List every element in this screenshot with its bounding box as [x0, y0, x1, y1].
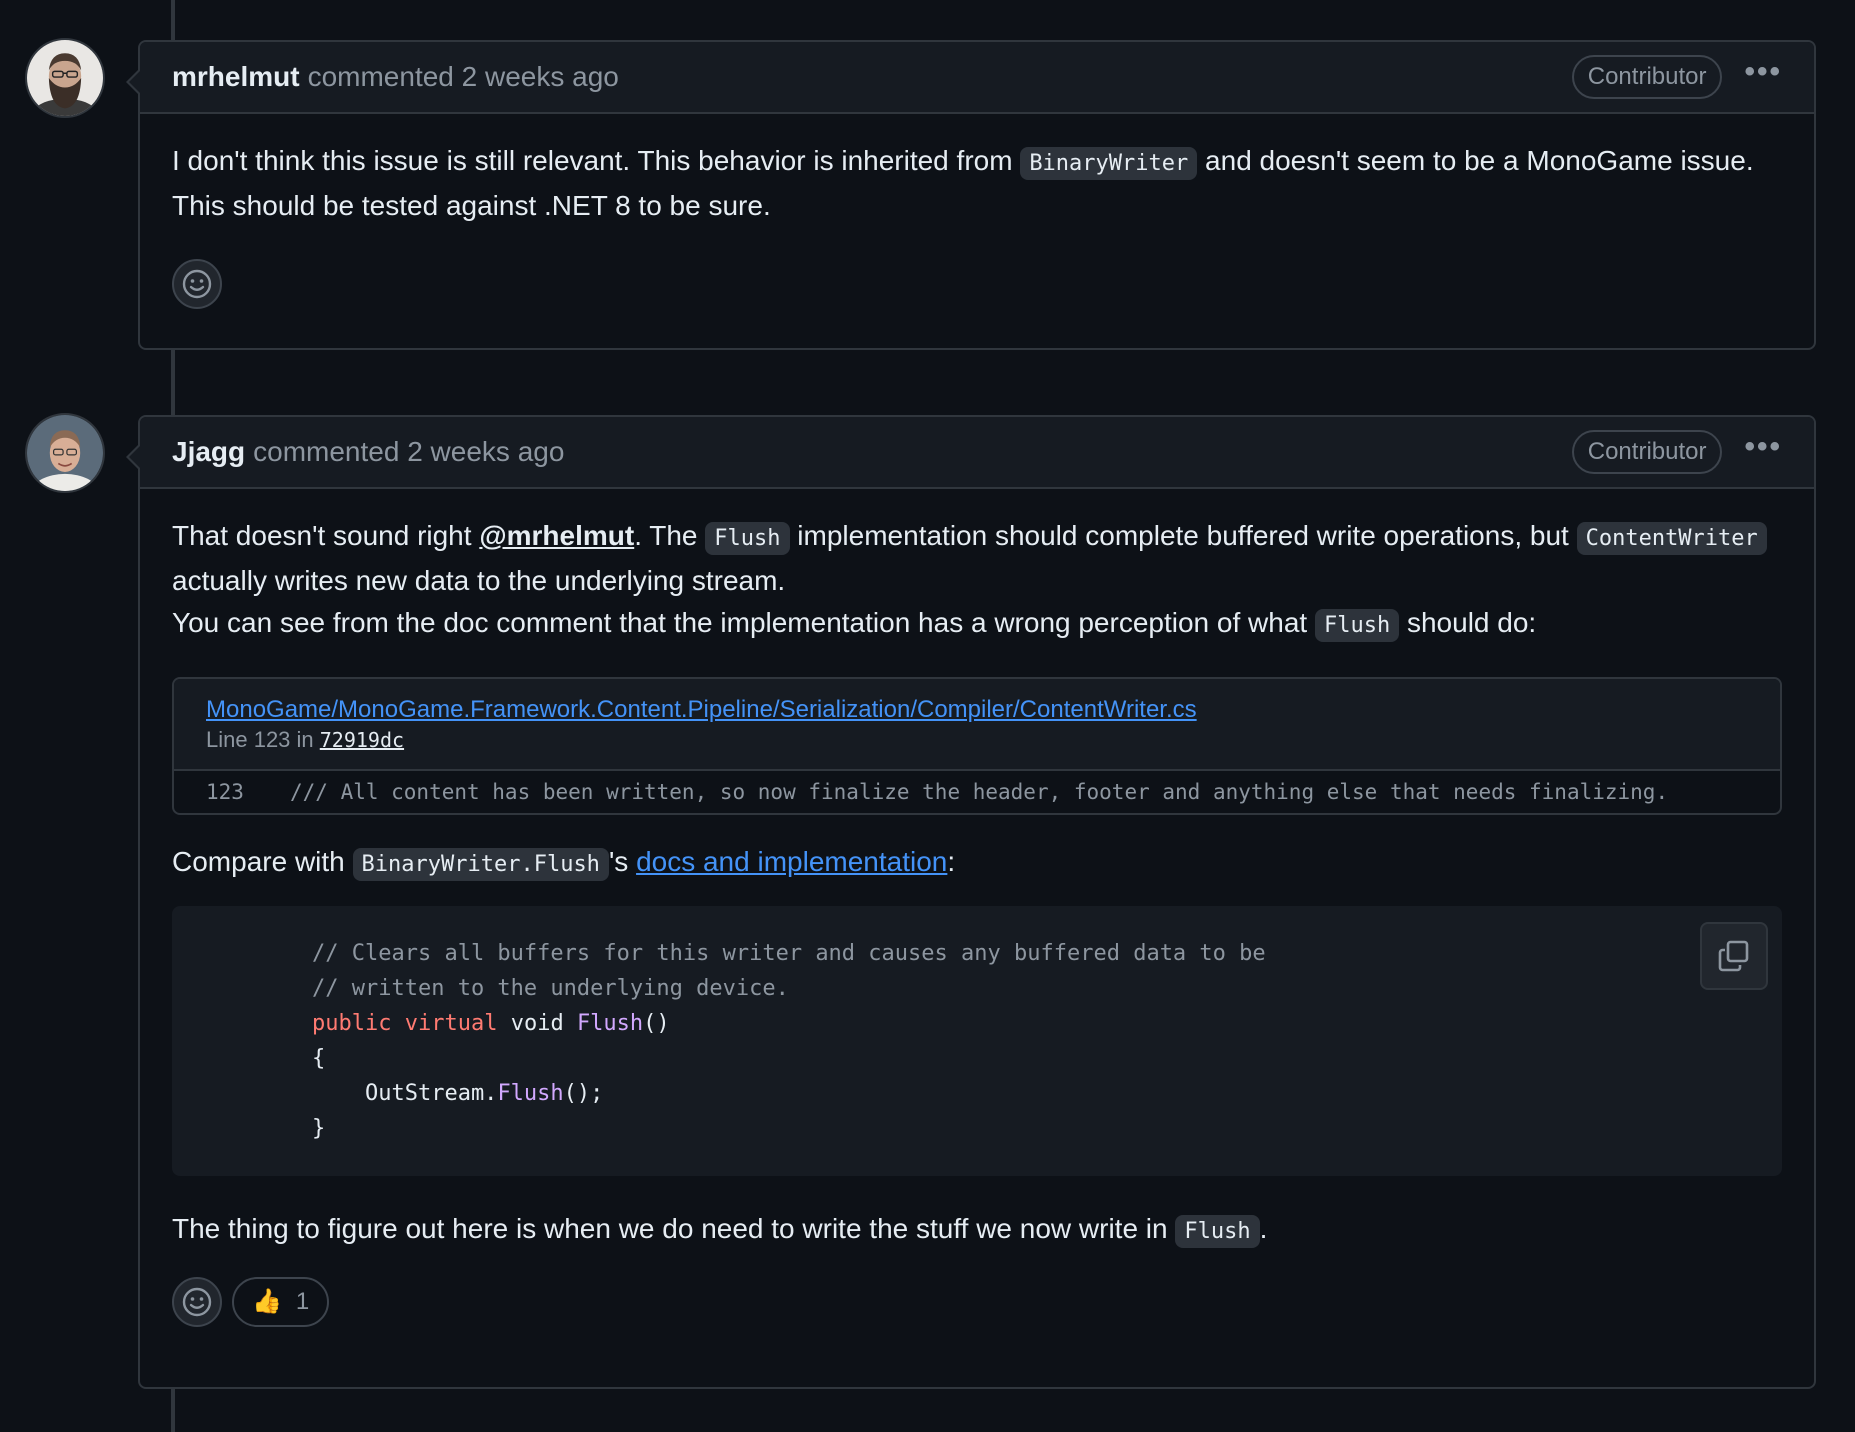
smiley-icon: [182, 269, 212, 299]
user-mention-link[interactable]: @mrhelmut: [479, 520, 634, 551]
comment-paragraph: I don't think this issue is still releva…: [172, 140, 1782, 185]
timeline-line: [171, 350, 175, 418]
inline-code: Flush: [1314, 609, 1400, 642]
inline-code: BinaryWriter: [1020, 147, 1198, 180]
smiley-icon: [182, 1287, 212, 1317]
comment-paragraph: Compare with BinaryWriter.Flush's docs a…: [172, 841, 1782, 886]
docs-link[interactable]: docs and implementation: [636, 846, 947, 877]
reaction-count: 1: [295, 1288, 310, 1315]
comment-paragraph: That doesn't sound right @mrhelmut. The …: [172, 515, 1782, 647]
thumbs-up-reaction[interactable]: 👍 1: [232, 1277, 330, 1327]
copy-code-button[interactable]: [1700, 922, 1768, 990]
copy-icon: [1718, 940, 1749, 972]
inline-code: BinaryWriter.Flush: [352, 848, 609, 881]
permalink-header: MonoGame/MonoGame.Framework.Content.Pipe…: [174, 679, 1780, 771]
commit-sha-link[interactable]: 72919dc: [320, 728, 404, 752]
timeline-line: [171, 1388, 175, 1432]
thumbs-up-icon: 👍: [252, 1288, 282, 1315]
comment-body: I don't think this issue is still releva…: [140, 114, 1814, 309]
comment-body: That doesn't sound right @mrhelmut. The …: [140, 489, 1814, 1327]
inline-code: Flush: [705, 522, 790, 555]
add-reaction-button[interactable]: [172, 1277, 222, 1327]
timeline-line: [171, 0, 175, 40]
more-options-icon[interactable]: •••: [1744, 57, 1782, 87]
avatar-jjagg[interactable]: [25, 413, 105, 493]
avatar-image: [27, 40, 103, 116]
comment-timestamp[interactable]: commented 2 weeks ago: [308, 61, 619, 93]
permalink-code-line: 123/// All content has been written, so …: [174, 771, 1780, 813]
comment-card: mrhelmut commented 2 weeks ago Contribut…: [126, 40, 1816, 350]
author-name[interactable]: mrhelmut: [172, 61, 300, 93]
comment-header: mrhelmut commented 2 weeks ago Contribut…: [140, 42, 1814, 114]
reactions-bar: [172, 259, 1782, 309]
inline-code: Flush: [1175, 1215, 1260, 1248]
code-block: // Clears all buffers for this writer an…: [172, 906, 1782, 1176]
contributor-badge: Contributor: [1571, 55, 1723, 99]
contributor-badge: Contributor: [1571, 430, 1723, 474]
comment-header: Jjagg commented 2 weeks ago Contributor …: [140, 417, 1814, 489]
permalink-subtitle: Line 123 in 72919dc: [206, 727, 405, 752]
comment-paragraph: The thing to figure out here is when we …: [172, 1208, 1782, 1253]
code-permalink: MonoGame/MonoGame.Framework.Content.Pipe…: [172, 677, 1782, 815]
reactions-bar: 👍 1: [172, 1277, 1782, 1327]
permalink-file-link[interactable]: MonoGame/MonoGame.Framework.Content.Pipe…: [206, 696, 1197, 723]
more-options-icon[interactable]: •••: [1744, 432, 1782, 462]
comment-card: Jjagg commented 2 weeks ago Contributor …: [126, 415, 1816, 1389]
avatar-image: [27, 415, 103, 491]
comment-timestamp[interactable]: commented 2 weeks ago: [253, 436, 564, 468]
comment-paragraph: This should be tested against .NET 8 to …: [172, 190, 771, 221]
avatar-mrhelmut[interactable]: [25, 38, 105, 118]
inline-code: ContentWriter: [1576, 522, 1767, 555]
author-name[interactable]: Jjagg: [172, 436, 245, 468]
code-line-text: /// All content has been written, so now…: [290, 780, 1669, 804]
line-number[interactable]: 123: [174, 779, 290, 805]
add-reaction-button[interactable]: [172, 259, 222, 309]
